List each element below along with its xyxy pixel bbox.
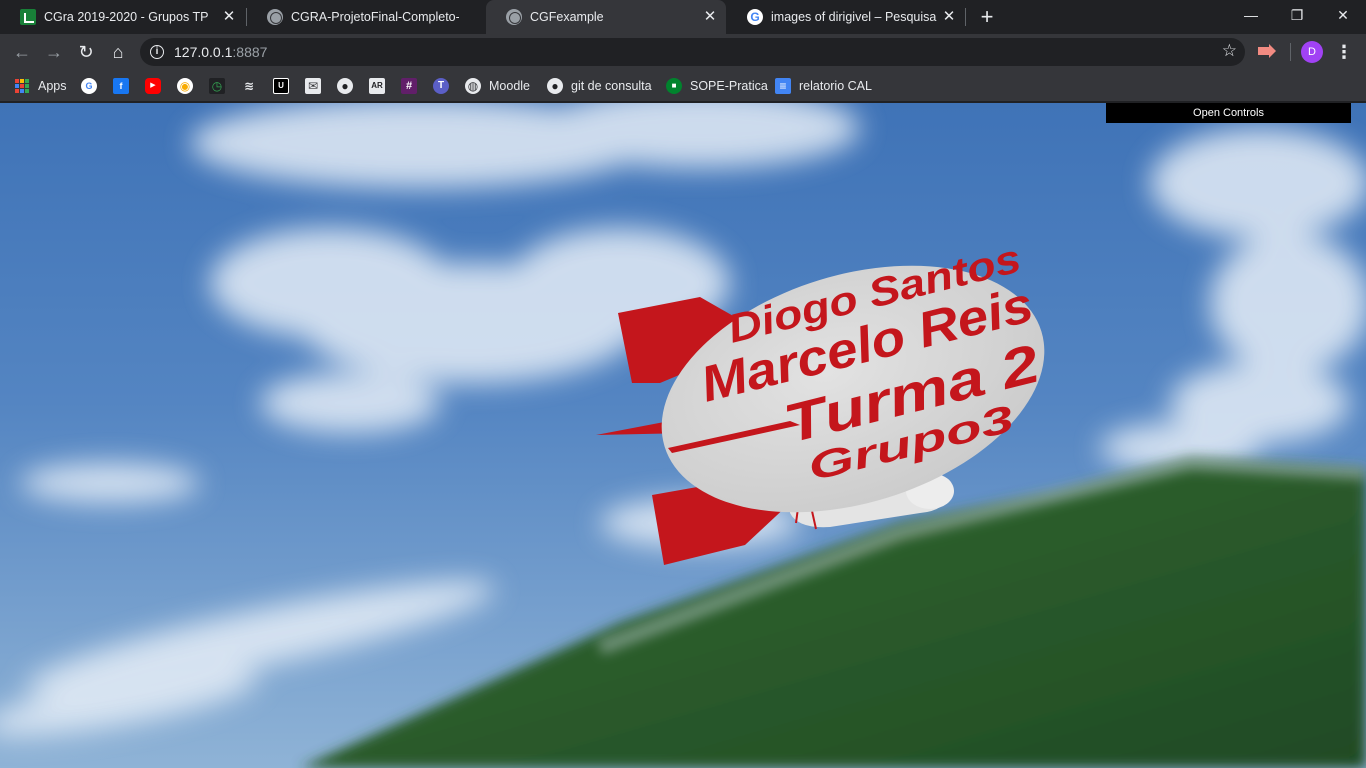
google-icon: G [81, 78, 97, 94]
bookmarks-bar: Apps G f ▶ ◉ ◷ ≋ U ✉ ● AR # T ◍ Moodle ●… [0, 70, 1366, 102]
browser-toolbar: ← → ↻ ⌂ i 127.0.0.1:8887 ☆ [0, 34, 1366, 70]
url-host: 127.0.0.1 [174, 44, 233, 60]
tab-title: CGra 2019-2020 - Grupos TP - Go [44, 10, 212, 24]
url-text[interactable]: 127.0.0.1:8887 [174, 44, 267, 60]
facebook-icon: f [113, 78, 129, 94]
sheets-icon [20, 9, 36, 25]
bookmark-youtube[interactable]: ▶ [145, 76, 161, 96]
new-tab-button[interactable]: + [976, 6, 998, 28]
restore-button[interactable]: ❐ [1274, 0, 1320, 30]
home-button[interactable]: ⌂ [104, 38, 132, 66]
scene-render: Diogo Santos Marcelo Reis Turma 2 Grupo3 [0, 103, 1366, 768]
close-window-button[interactable]: ✕ [1320, 0, 1366, 30]
bookmark-mail[interactable]: ✉ [305, 76, 321, 96]
tab-separator [965, 8, 966, 26]
extension-icon[interactable] [1256, 41, 1276, 61]
forward-button[interactable]: → [40, 38, 68, 66]
bookmark-star-icon[interactable]: ☆ [1222, 41, 1237, 61]
open-controls-button[interactable]: Open Controls [1106, 103, 1351, 123]
tab-projeto-final[interactable]: CGRA-ProjetoFinal-Completo-v2. [247, 0, 485, 34]
globe-icon [267, 9, 283, 25]
bookmark-camera[interactable]: ◉ [177, 76, 193, 96]
kebab-menu-icon[interactable]: ⋮ [1334, 38, 1354, 66]
bookmark-teams[interactable]: T [433, 76, 449, 96]
up-icon: U [273, 78, 289, 94]
github-icon: ● [337, 78, 353, 94]
bookmark-sope-pratica[interactable]: ■ SOPE-Pratica [666, 76, 768, 96]
back-button[interactable]: ← [8, 38, 36, 66]
tab-title: images of dirigivel – Pesquisa Go [771, 10, 939, 24]
bookmark-relatorio-cal[interactable]: ≡ relatorio CAL [775, 76, 872, 96]
info-icon[interactable]: i [150, 45, 164, 59]
tab-title: CGRA-ProjetoFinal-Completo-v2. [291, 10, 459, 24]
reload-button[interactable]: ↻ [72, 38, 100, 66]
tab-title: CGFexample [530, 10, 604, 24]
close-tab-icon[interactable]: ✕ [221, 9, 237, 25]
ar-icon: AR [369, 78, 385, 94]
url-port: :8887 [232, 44, 268, 60]
youtube-icon: ▶ [145, 78, 161, 94]
tab-cgfexample[interactable]: CGFexample ✕ [486, 0, 726, 34]
bookmark-label: SOPE-Pratica [690, 79, 768, 93]
apps-grid-icon [14, 78, 30, 94]
profile-avatar[interactable]: D [1301, 41, 1323, 63]
bookmark-up[interactable]: U [273, 76, 289, 96]
bookmark-facebook[interactable]: f [113, 76, 129, 96]
bookmark-slack[interactable]: # [401, 76, 417, 96]
google-icon: G [747, 9, 763, 25]
camera-icon: ◉ [177, 78, 193, 94]
globe-icon [506, 9, 522, 25]
bookmark-spy[interactable]: ≋ [241, 76, 257, 96]
close-tab-icon[interactable]: ✕ [702, 9, 718, 25]
meet-icon: ■ [666, 78, 682, 94]
bookmark-clock[interactable]: ◷ [209, 76, 225, 96]
address-bar[interactable]: i 127.0.0.1:8887 ☆ [140, 38, 1245, 66]
bookmark-label: relatorio CAL [799, 79, 872, 93]
github-icon: ● [547, 78, 563, 94]
teams-icon: T [433, 78, 449, 94]
bookmark-ar[interactable]: AR [369, 76, 385, 96]
slack-icon: # [401, 78, 417, 94]
docs-icon: ≡ [775, 78, 791, 94]
bookmark-moodle[interactable]: ◍ Moodle [465, 76, 530, 96]
bookmark-label: Moodle [489, 79, 530, 93]
clock-icon: ◷ [209, 78, 225, 94]
bookmark-github[interactable]: ● [337, 76, 353, 96]
bookmark-label: git de consulta [571, 79, 652, 93]
globe-icon: ◍ [465, 78, 481, 94]
tab-cgra-grupos[interactable]: CGra 2019-2020 - Grupos TP - Go ✕ [0, 0, 245, 34]
mail-icon: ✉ [305, 78, 321, 94]
minimize-button[interactable]: — [1228, 0, 1274, 30]
spy-icon: ≋ [241, 78, 257, 94]
bookmark-git-de-consulta[interactable]: ● git de consulta [547, 76, 652, 96]
tab-strip: CGra 2019-2020 - Grupos TP - Go ✕ CGRA-P… [0, 0, 1366, 34]
bookmark-label: Apps [38, 79, 67, 93]
tab-images-dirigivel[interactable]: G images of dirigivel – Pesquisa Go ✕ [727, 0, 965, 34]
bookmark-google[interactable]: G [81, 76, 97, 96]
webgl-canvas[interactable]: Diogo Santos Marcelo Reis Turma 2 Grupo3… [0, 103, 1366, 768]
toolbar-separator [1290, 43, 1291, 61]
bookmark-apps[interactable]: Apps [14, 76, 67, 96]
close-tab-icon[interactable]: ✕ [941, 9, 957, 25]
